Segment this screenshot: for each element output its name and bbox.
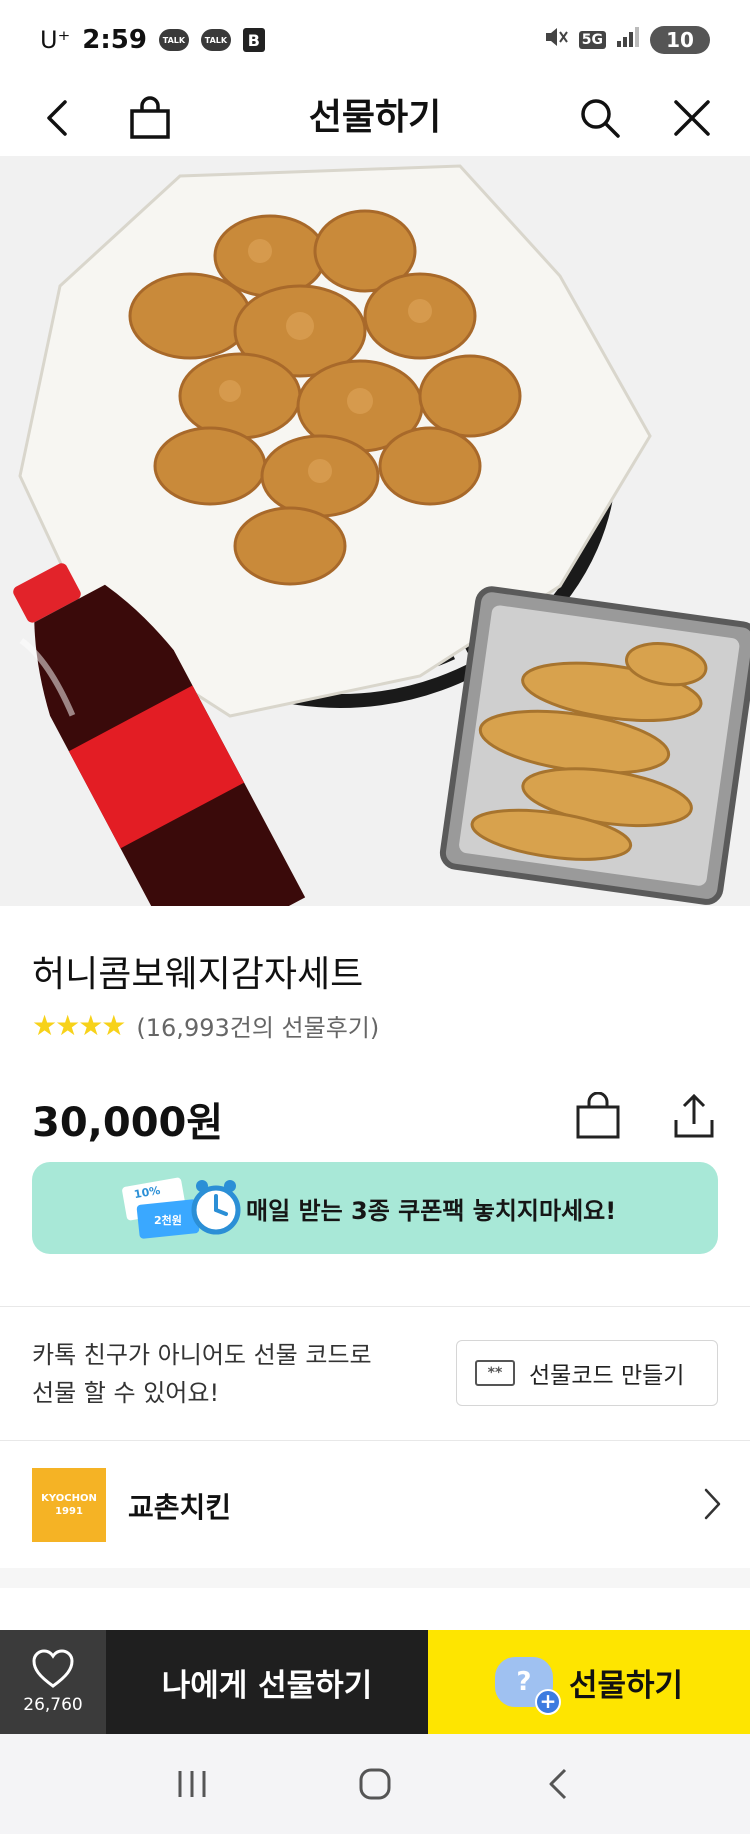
battery-icon: 10	[650, 26, 710, 54]
gift-code-desc-line1: 카톡 친구가 아니어도 선물 코드로	[32, 1341, 372, 1369]
search-icon	[581, 99, 620, 138]
heart-icon	[32, 1649, 74, 1688]
wish-count: 26,760	[23, 1695, 83, 1715]
brand-chevron-icon	[692, 1484, 732, 1524]
rating-row[interactable]: ★★★★ (16,993건의 선물후기)	[32, 1008, 379, 1043]
product-name: 허니콤보웨지감자세트	[32, 954, 364, 995]
add-to-gift-box-button[interactable]	[570, 1088, 626, 1144]
recent-apps-icon	[178, 1771, 206, 1797]
system-navigation-bar	[0, 1734, 750, 1834]
chevron-left-icon	[47, 100, 67, 136]
home-icon	[359, 1768, 391, 1800]
b-app-notification-icon: B	[242, 28, 265, 52]
app-header: 선물하기	[0, 80, 750, 156]
share-button[interactable]	[666, 1088, 722, 1144]
shopping-bag-icon	[576, 1092, 620, 1139]
clock: 2:59	[82, 25, 147, 55]
gift-code-desc-line2: 선물 할 수 있어요!	[32, 1379, 220, 1407]
bottom-action-bar: 26,760 나에게 선물하기 ? + 선물하기	[0, 1630, 750, 1734]
gift-code-icon-text: **	[487, 1365, 503, 1381]
banner-text: 매일 받는 3종 쿠폰팩 놓치지마세요!	[246, 1196, 617, 1225]
brand-name: 교촌치킨	[128, 1491, 232, 1524]
brand-logo-line2: 1991	[55, 1506, 83, 1517]
status-right: 5G 10	[543, 24, 710, 57]
signal-icon	[616, 25, 640, 55]
back-arrow-icon	[549, 1768, 567, 1800]
mute-icon	[543, 24, 569, 57]
gift-to-myself-label: 나에게 선물하기	[161, 1667, 373, 1704]
product-price: 30,000원	[32, 1100, 224, 1146]
kakaotalk-notification-icon: TALK	[158, 29, 189, 51]
gift-friend-icon-text: ?	[516, 1667, 532, 1697]
gift-code-description: 카톡 친구가 아니어도 선물 코드로 선물 할 수 있어요!	[32, 1336, 392, 1412]
brand-logo: KYOCHON 1991	[32, 1468, 106, 1542]
status-left: U⁺ 2:59 TALK TALK B	[40, 25, 265, 55]
coupon-icon	[122, 1177, 241, 1239]
network-type-icon: 5G	[578, 31, 606, 49]
product-image[interactable]	[0, 156, 750, 906]
shopping-bag-icon	[130, 96, 170, 139]
gift-code-icon: **	[475, 1360, 515, 1386]
page-title: 선물하기	[308, 97, 442, 138]
gift-friend-icon: ? +	[494, 1657, 561, 1715]
wish-button[interactable]: 26,760	[0, 1630, 106, 1734]
create-gift-code-button[interactable]: ** 선물코드 만들기	[456, 1340, 718, 1406]
coupon-pack-banner[interactable]: 10% 2천원 매일 받는 3종 쿠폰팩 놓치지마세요!	[32, 1162, 718, 1254]
close-icon	[674, 100, 710, 136]
system-back-button[interactable]	[518, 1754, 598, 1814]
brand-row[interactable]: KYOCHON 1991 교촌치킨	[0, 1444, 750, 1564]
section-separator	[0, 1568, 750, 1588]
brand-logo-line1: KYOCHON	[41, 1493, 97, 1504]
close-button[interactable]	[662, 88, 722, 148]
status-bar: U⁺ 2:59 TALK TALK B 5G 10	[0, 0, 750, 80]
share-icon	[674, 1093, 714, 1138]
gift-to-myself-button[interactable]: 나에게 선물하기	[106, 1630, 428, 1734]
battery-level: 10	[666, 28, 694, 52]
star-rating-icon: ★★★★	[32, 1008, 126, 1042]
coupon-clock-graphic: 10% 2천원	[120, 1162, 244, 1254]
recent-apps-button[interactable]	[152, 1754, 232, 1814]
plus-icon: +	[534, 1689, 561, 1715]
kakaotalk-notification-icon-2: TALK	[200, 29, 231, 51]
home-button[interactable]	[335, 1754, 415, 1814]
gift-box-button[interactable]	[120, 88, 180, 148]
section-divider	[0, 1306, 750, 1307]
send-gift-label: 선물하기	[568, 1667, 684, 1704]
coupon-amount-tag: 2천원	[154, 1214, 182, 1227]
search-button[interactable]	[570, 88, 630, 148]
back-button[interactable]	[28, 88, 88, 148]
product-photo-illustration	[0, 156, 750, 906]
carrier-label: U⁺	[40, 26, 71, 54]
create-gift-code-label: 선물코드 만들기	[529, 1363, 685, 1389]
review-count[interactable]: (16,993건의 선물후기)	[136, 1008, 379, 1043]
section-divider	[0, 1440, 750, 1441]
send-gift-button[interactable]: ? + 선물하기	[428, 1630, 750, 1734]
